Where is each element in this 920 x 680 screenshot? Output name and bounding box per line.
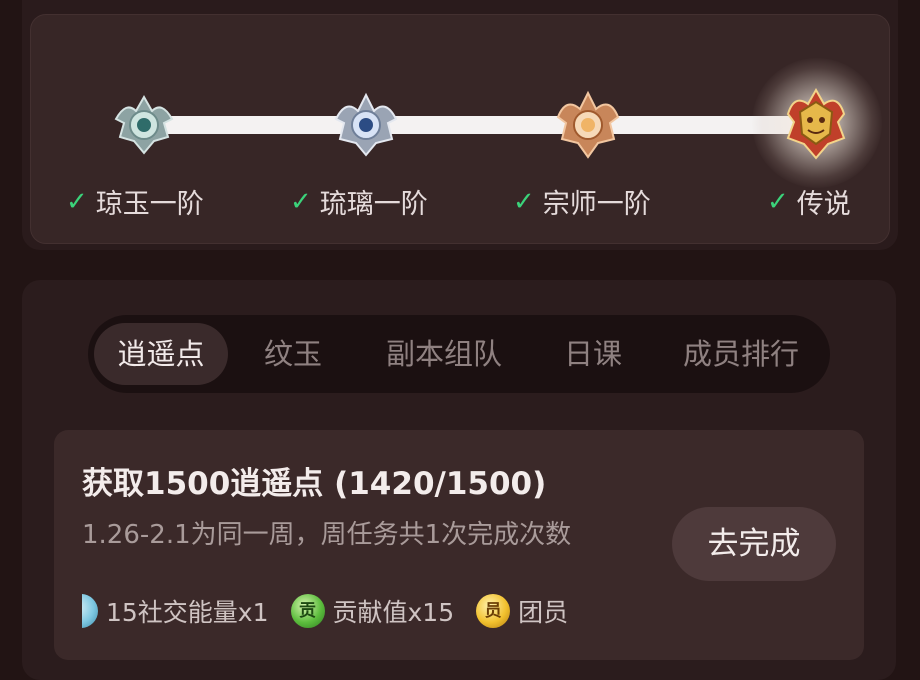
- rank-jade-label: ✓ 琼玉一阶: [66, 182, 204, 221]
- task-rewards: 15社交能量x1 贡 贡献值x15 员 团员: [82, 588, 618, 634]
- check-icon: ✓: [513, 186, 535, 217]
- rank-progress-track: [150, 116, 800, 134]
- reward-item: 15社交能量x1: [82, 593, 269, 629]
- rank-name: 宗师一阶: [542, 189, 651, 220]
- check-icon: ✓: [767, 186, 789, 217]
- tab-daily[interactable]: 日课: [548, 315, 638, 393]
- tab-wenyu[interactable]: 纹玉: [248, 315, 338, 393]
- tab-xiaoyao-points[interactable]: 逍遥点: [94, 323, 228, 385]
- reward-label: 15社交能量x1: [106, 598, 269, 627]
- task-description: 1.26-2.1为同一周，周任务共1次完成次数: [82, 520, 572, 550]
- reward-item: 贡 贡献值x15: [290, 593, 455, 629]
- go-complete-button[interactable]: 去完成: [672, 507, 836, 581]
- rank-legend-label: ✓ 传说: [767, 182, 851, 221]
- reward-label: 贡献值x15: [332, 598, 455, 627]
- contribution-icon: 贡: [290, 594, 325, 628]
- jade-medal-icon[interactable]: [108, 89, 180, 161]
- rank-master-label: ✓ 宗师一阶: [513, 182, 651, 221]
- rank-name: 琼玉一阶: [95, 189, 204, 220]
- social-energy-icon: [82, 594, 98, 628]
- check-icon: ✓: [66, 186, 88, 217]
- task-tabs: 逍遥点 纹玉 副本组队 日课 成员排行: [88, 315, 830, 393]
- glass-medal-icon[interactable]: [330, 89, 402, 161]
- check-icon: ✓: [290, 186, 312, 217]
- rank-glass-label: ✓ 琉璃一阶: [290, 182, 428, 221]
- reward-label: 团员: [518, 598, 569, 627]
- master-medal-icon[interactable]: [552, 89, 624, 161]
- member-icon: 员: [476, 594, 511, 628]
- reward-item: 员 团员: [476, 593, 568, 629]
- task-title: 获取1500逍遥点 (1420/1500): [82, 466, 547, 502]
- legend-medal-icon[interactable]: [780, 88, 852, 160]
- rank-name: 传说: [796, 189, 851, 220]
- tab-member-ranking[interactable]: 成员排行: [666, 315, 816, 393]
- tab-dungeon-team[interactable]: 副本组队: [366, 315, 522, 393]
- rank-name: 琉璃一阶: [319, 189, 428, 220]
